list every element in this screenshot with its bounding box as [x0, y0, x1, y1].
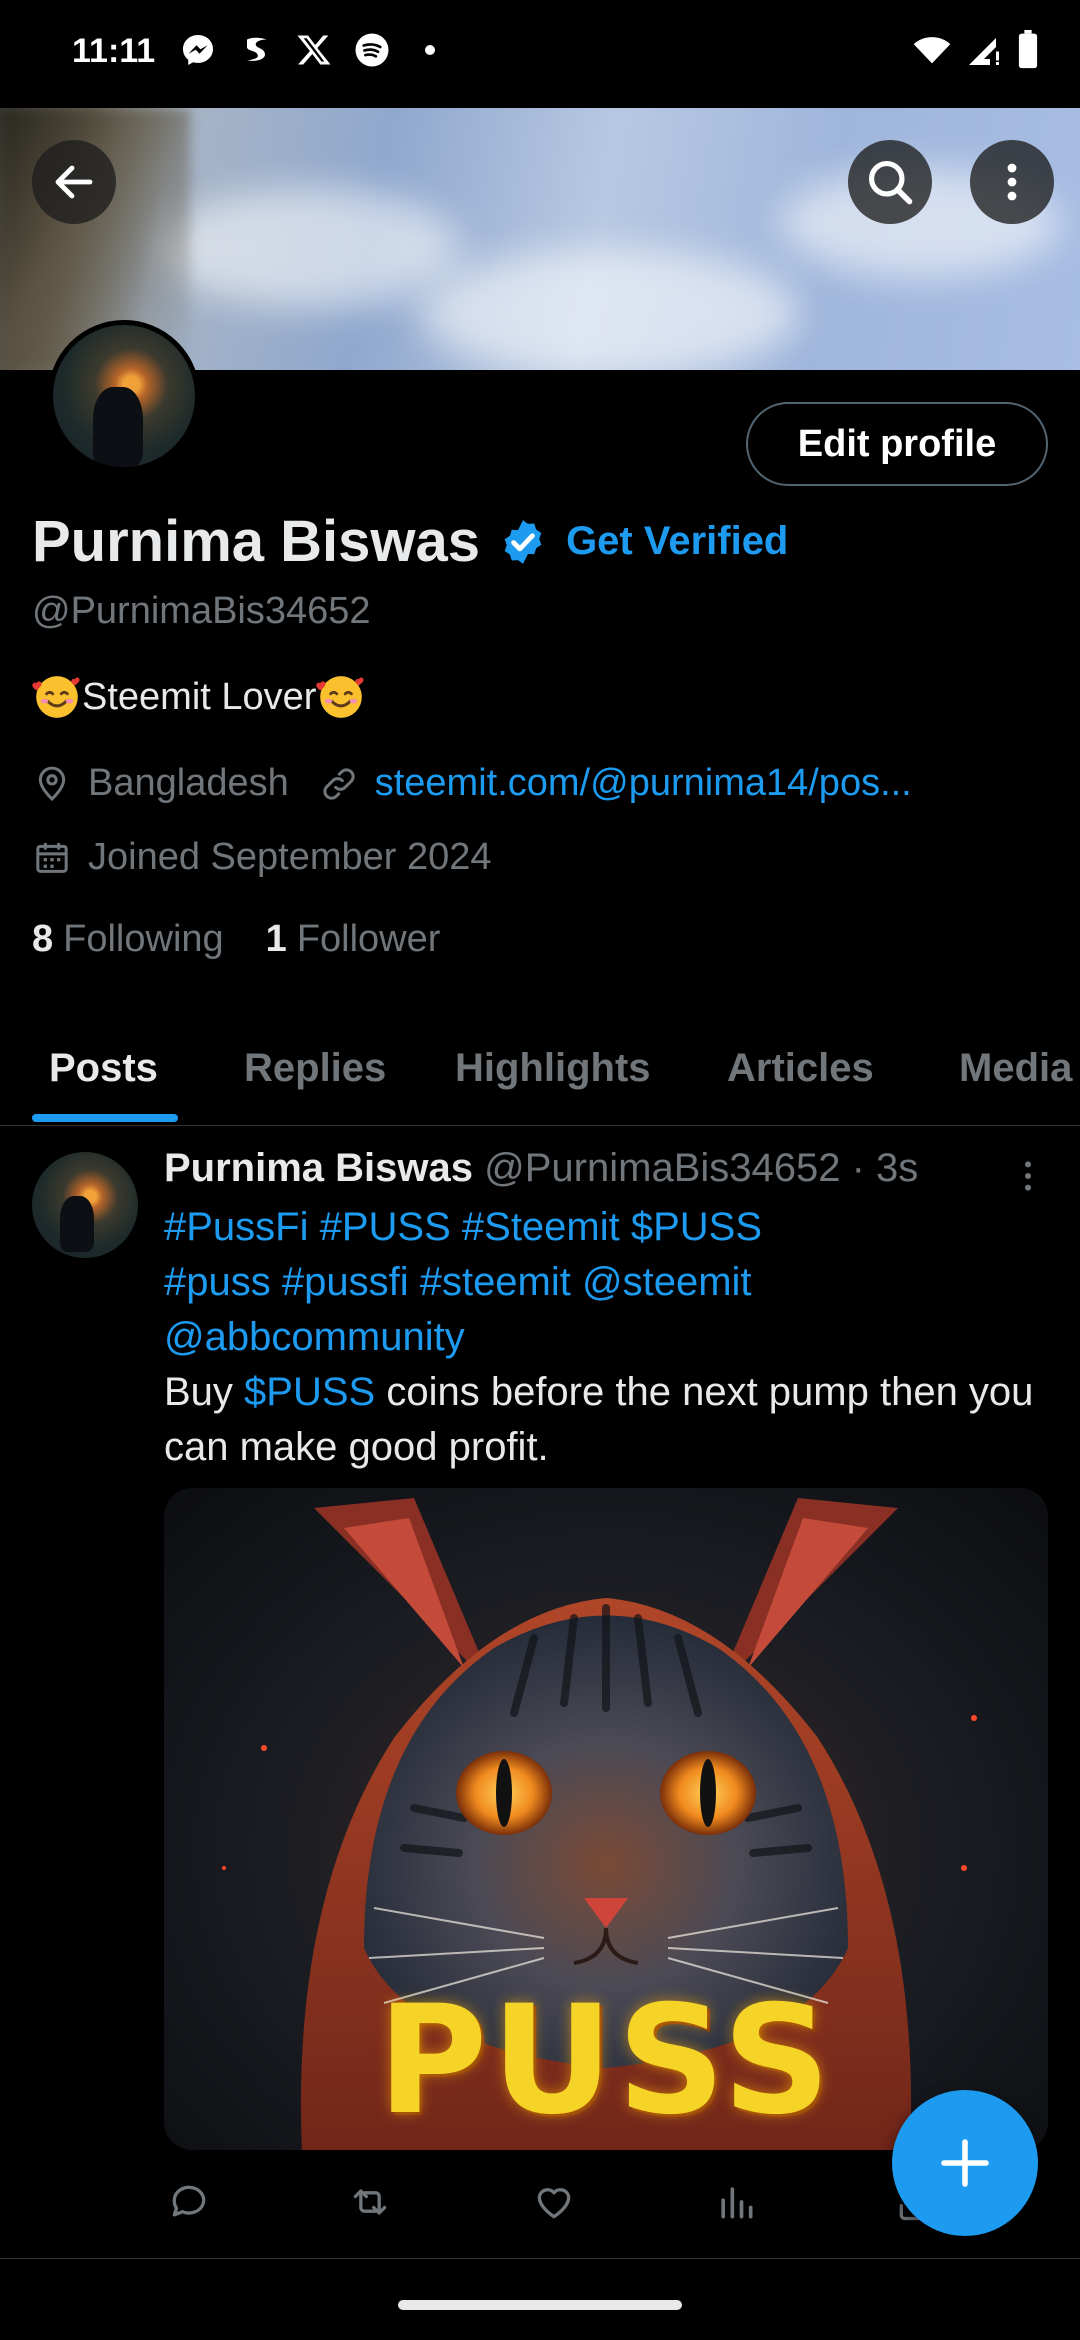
display-name: Purnima Biswas — [32, 509, 481, 574]
post-header: Purnima Biswas @PurnimaBis34652 · 3s — [164, 1146, 918, 1191]
back-button[interactable] — [32, 140, 116, 224]
plus-icon — [941, 2139, 989, 2187]
messenger-icon — [178, 30, 218, 70]
post-author-avatar[interactable] — [32, 1152, 138, 1258]
tab-articles[interactable]: Articles — [727, 1046, 874, 1091]
reply-icon[interactable] — [167, 2180, 211, 2224]
tab-media[interactable]: Media — [959, 1046, 1072, 1091]
followers-label: Follower — [296, 918, 441, 960]
more-options-button[interactable] — [970, 140, 1054, 224]
location-website-row: Bangladesh steemit.com/@purnima14/pos... — [32, 762, 912, 805]
location-pin-icon — [38, 766, 66, 801]
following-label: Following — [63, 918, 224, 960]
bio-text: Steemit Lover — [82, 675, 317, 718]
spotify-icon — [352, 30, 392, 70]
views-icon[interactable] — [714, 2180, 758, 2224]
post-author-name[interactable]: Purnima Biswas — [164, 1146, 473, 1190]
profile-handle: @PurnimaBis34652 — [32, 590, 371, 632]
calendar-icon — [36, 842, 68, 873]
arrow-left-icon — [55, 165, 93, 199]
post-hashtags-line1[interactable]: #PussFi #PUSS #Steemit $PUSS — [164, 1200, 1044, 1255]
active-tab-indicator — [32, 1114, 178, 1122]
post-more-icon[interactable] — [1008, 1156, 1048, 1196]
compose-post-button[interactable] — [892, 2090, 1038, 2236]
signal-icon — [966, 32, 1002, 73]
home-indicator[interactable] — [398, 2300, 682, 2310]
status-bar: 11:11 — [0, 0, 1080, 108]
get-verified-link[interactable]: Get Verified — [566, 519, 788, 564]
post-image-puss-cat[interactable]: PUSS — [164, 1488, 1048, 2150]
verified-badge-icon — [504, 519, 542, 564]
search-button[interactable] — [848, 140, 932, 224]
like-icon[interactable] — [532, 2180, 576, 2224]
system-icons — [912, 30, 1040, 75]
post-cashtag[interactable]: $PUSS — [244, 1370, 375, 1414]
edit-profile-button[interactable]: Edit profile — [746, 402, 1048, 486]
smiling-face-with-hearts-icon — [32, 676, 80, 718]
joined-date: Joined September 2024 — [88, 836, 492, 878]
search-icon — [868, 160, 913, 205]
smiling-face-with-hearts-icon — [316, 676, 365, 718]
following-link[interactable]: 8 Following — [32, 918, 224, 961]
repost-icon[interactable] — [348, 2180, 392, 2224]
profile-location: Bangladesh — [88, 762, 289, 804]
following-count: 8 — [32, 918, 54, 960]
dot-icon — [410, 30, 450, 70]
followers-count: 1 — [265, 918, 287, 960]
tab-posts[interactable]: Posts — [49, 1046, 158, 1091]
post-hashtags-line2[interactable]: #puss #pussfi #steemit @steemit — [164, 1255, 1044, 1310]
profile-website-link[interactable]: steemit.com/@purnima14/pos... — [375, 762, 912, 805]
profile-tabs: Posts Replies Highlights Articles Media — [0, 1026, 1080, 1126]
steemit-icon — [236, 30, 276, 70]
bottom-divider — [0, 2258, 1080, 2259]
battery-icon — [1016, 30, 1040, 75]
x-icon — [294, 30, 334, 70]
post-author-handle[interactable]: @PurnimaBis34652 — [484, 1146, 840, 1190]
tab-highlights[interactable]: Highlights — [455, 1046, 651, 1091]
status-time: 11:11 — [72, 32, 156, 70]
profile-avatar[interactable] — [48, 320, 200, 472]
post-separator: · — [840, 1146, 877, 1190]
link-icon — [323, 767, 355, 800]
joined-row: Joined September 2024 — [32, 836, 492, 879]
more-vertical-icon — [1007, 163, 1017, 201]
post-mention-line3[interactable]: @abbcommunity — [164, 1310, 1044, 1365]
post-time: 3s — [876, 1146, 919, 1190]
tab-replies[interactable]: Replies — [244, 1046, 386, 1091]
follow-stats: 8 Following 1 Follower — [32, 918, 440, 961]
name-row: Purnima Biswas Get Verified — [32, 508, 788, 575]
profile-bio: Steemit Lover — [32, 672, 366, 722]
post-buy-prefix: Buy — [164, 1370, 245, 1414]
post-message: Buy $PUSS coins before the next pump the… — [164, 1365, 1044, 1475]
wifi-icon — [912, 30, 952, 75]
post-body: #PussFi #PUSS #Steemit $PUSS #puss #puss… — [164, 1200, 1044, 1475]
followers-link[interactable]: 1 Follower — [266, 918, 441, 961]
notification-icons — [178, 30, 450, 70]
